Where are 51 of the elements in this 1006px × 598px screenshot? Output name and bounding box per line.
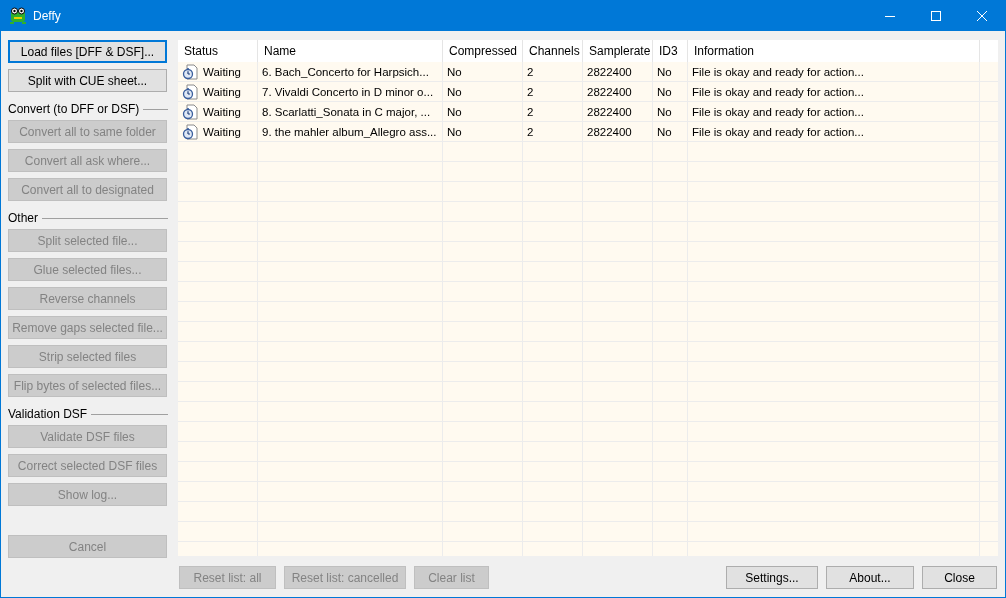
action-button[interactable]: Split with CUE sheet... xyxy=(8,69,167,92)
column-header[interactable]: Information xyxy=(688,40,980,62)
table-cell: No xyxy=(657,124,672,139)
table-cell: No xyxy=(447,64,462,79)
frog-icon xyxy=(9,6,27,25)
table-cell: 9. the mahler album_Allegro ass... xyxy=(262,124,437,139)
table-cell: File is okay and ready for action... xyxy=(692,64,864,79)
table-cell: No xyxy=(447,124,462,139)
stopwatch-icon xyxy=(182,63,198,80)
maximize-icon xyxy=(931,10,941,21)
table-cell: Waiting xyxy=(203,64,241,79)
table-cell: 2822400 xyxy=(587,64,632,79)
window-title: Deffy xyxy=(33,7,61,25)
table-cell: 7. Vivaldi Concerto in D minor o... xyxy=(262,84,434,99)
table-cell: No xyxy=(657,104,672,119)
column-header[interactable]: Compressed xyxy=(443,40,523,62)
stopwatch-icon xyxy=(182,123,198,140)
table-cell: Waiting xyxy=(203,84,241,99)
table-cell: File is okay and ready for action... xyxy=(692,84,864,99)
table-cell: Waiting xyxy=(203,124,241,139)
stopwatch-icon xyxy=(182,103,198,120)
table-cell: File is okay and ready for action... xyxy=(692,104,864,119)
stopwatch-icon xyxy=(182,83,198,100)
section-label: Convert (to DFF or DSF) xyxy=(8,101,141,118)
column-header[interactable]: Channels xyxy=(523,40,583,62)
section-label: Validation DSF xyxy=(8,406,89,423)
section-label: Other xyxy=(8,210,39,227)
table-cell: 2822400 xyxy=(587,84,632,99)
close-icon xyxy=(977,10,987,21)
table-cell: 8. Scarlatti_Sonata in C major, ... xyxy=(262,104,431,119)
table-cell: 2822400 xyxy=(587,104,632,119)
table-cell: No xyxy=(447,104,462,119)
table-cell: 2 xyxy=(527,64,534,79)
table-cell: 2 xyxy=(527,84,534,99)
column-header[interactable]: Name xyxy=(258,40,443,62)
column-header[interactable]: Samplerate xyxy=(583,40,653,62)
table-cell: 2 xyxy=(527,104,534,119)
action-button[interactable]: Close xyxy=(922,566,997,589)
table-cell: Waiting xyxy=(203,104,241,119)
table-cell: No xyxy=(447,84,462,99)
column-header[interactable]: Status xyxy=(178,40,258,62)
table-cell: No xyxy=(657,64,672,79)
table-cell: 2822400 xyxy=(587,124,632,139)
column-header[interactable]: ID3 xyxy=(653,40,688,62)
table-cell: File is okay and ready for action... xyxy=(692,124,864,139)
action-button[interactable]: Settings... xyxy=(726,566,818,589)
action-button[interactable]: Load files [DFF & DSF]... xyxy=(8,40,167,63)
table-cell: 2 xyxy=(527,124,534,139)
action-button[interactable]: About... xyxy=(826,566,914,589)
table-cell: No xyxy=(657,84,672,99)
table-cell: 6. Bach_Concerto for Harpsich... xyxy=(262,64,429,79)
